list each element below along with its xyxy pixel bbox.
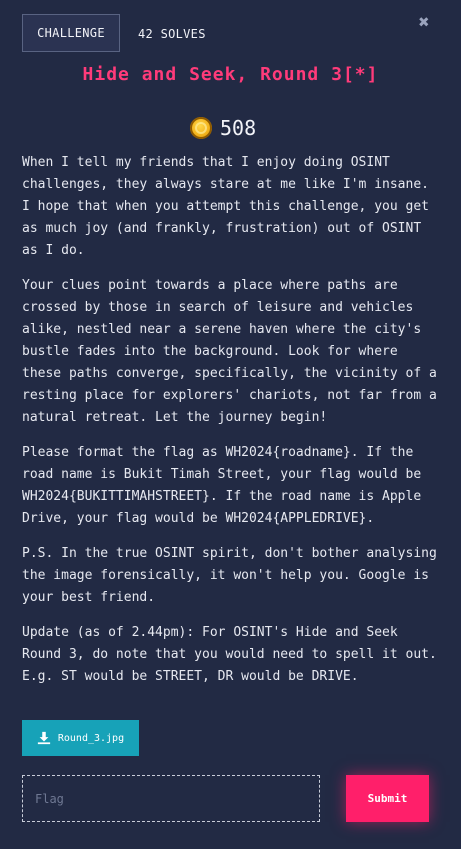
description-paragraph: Your clues point towards a place where p… xyxy=(22,278,437,425)
download-icon xyxy=(37,731,50,745)
file-name: Round_3.jpg xyxy=(57,732,125,744)
close-icon[interactable]: ✖ xyxy=(415,14,433,32)
flag-input[interactable] xyxy=(22,775,320,822)
description-paragraph: P.S. In the true OSINT spirit, don't bot… xyxy=(22,546,437,605)
description-paragraph: Update (as of 2.44pm): For OSINT's Hide … xyxy=(22,625,437,684)
tab-challenge[interactable]: CHALLENGE xyxy=(22,14,120,52)
description-paragraph: Please format the flag as WH2024{roadnam… xyxy=(22,445,422,526)
description-paragraph: When I tell my friends that I enjoy doin… xyxy=(22,155,429,258)
coin-icon xyxy=(190,117,212,139)
solves-count: 42 SOLVES xyxy=(138,27,206,41)
points-value: 508 xyxy=(220,116,257,140)
submit-button[interactable]: Submit xyxy=(346,775,429,822)
download-file-button[interactable]: Round_3.jpg xyxy=(22,720,139,756)
points: 508 xyxy=(190,117,256,139)
challenge-title: Hide and Seek, Round 3[*] xyxy=(82,64,379,85)
tab-challenge-label: CHALLENGE xyxy=(37,26,105,40)
challenge-description: When I tell my friends that I enjoy doin… xyxy=(22,152,439,701)
